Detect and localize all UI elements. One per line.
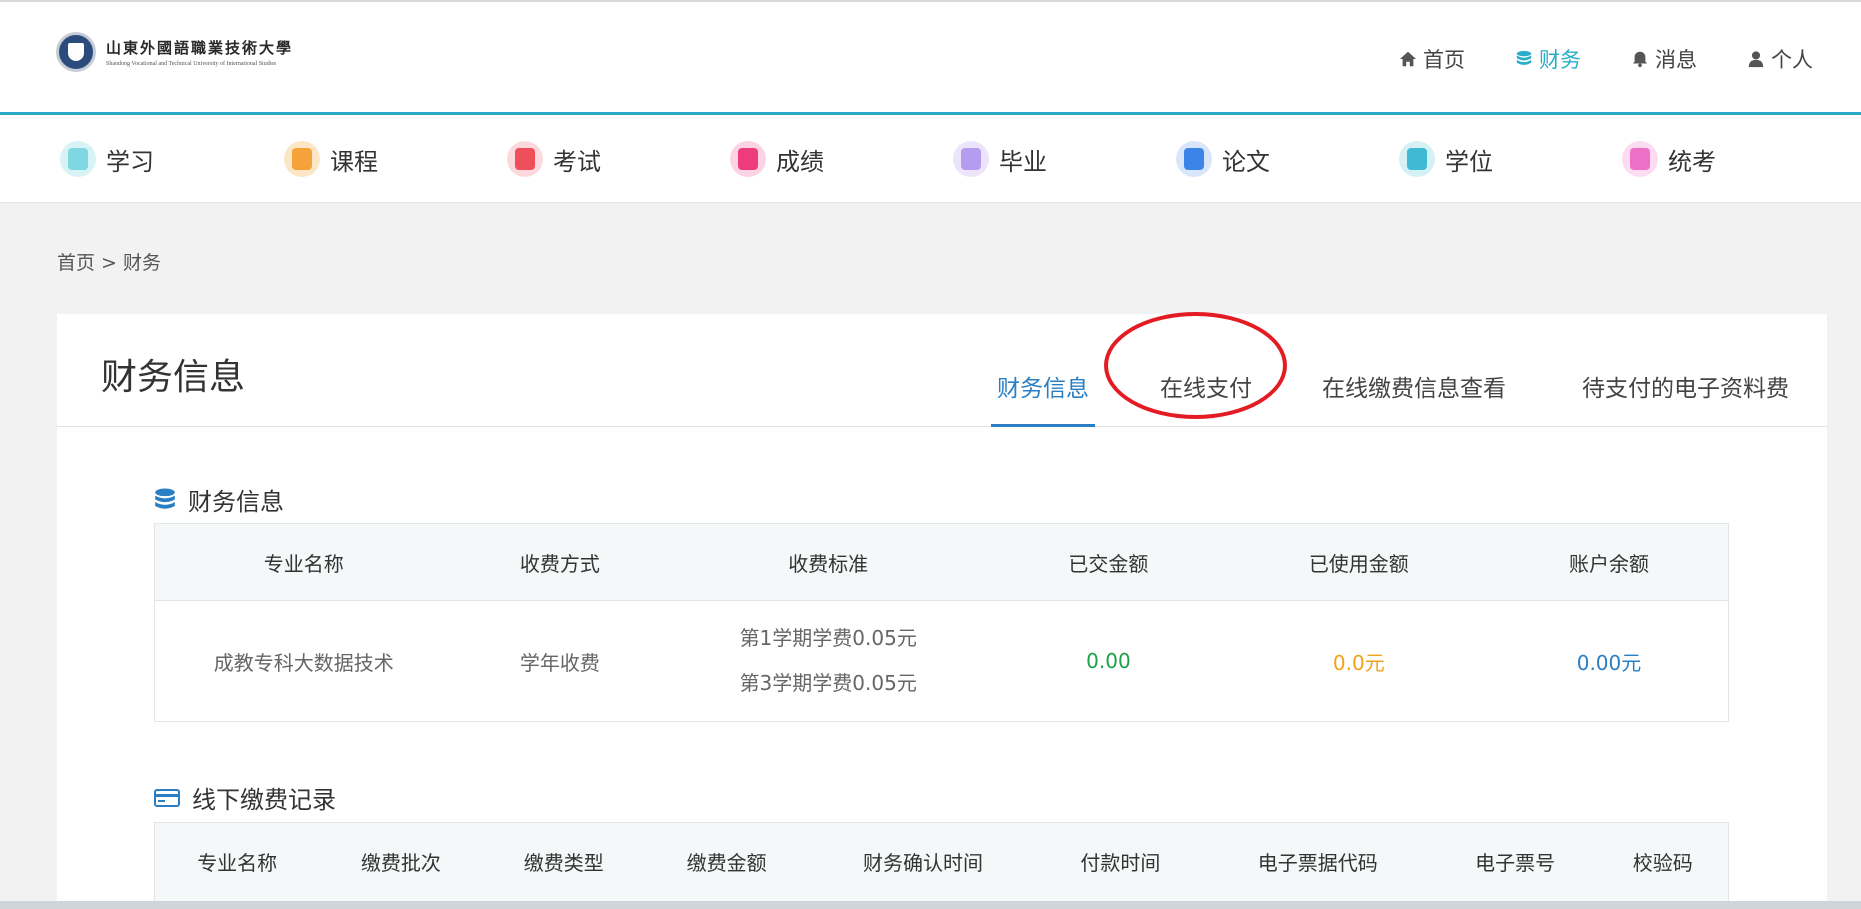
category-degree[interactable]: 学位 — [1399, 141, 1493, 177]
cell-used-amount: 0.0元 — [1227, 600, 1490, 722]
col-payment-type: 缴费类型 — [482, 822, 646, 901]
nav-messages[interactable]: 消息 — [1631, 44, 1697, 74]
finance-tabs: 财务信息 在线支付 在线缴费信息查看 待支付的电子资料费 — [57, 364, 1827, 427]
study-icon — [60, 141, 96, 177]
category-graduation[interactable]: 毕业 — [953, 141, 1047, 177]
table-header-row: 专业名称 收费方式 收费标准 已交金额 已使用金额 账户余额 — [154, 523, 1729, 601]
database-icon — [155, 488, 175, 509]
table-row: 成教专科大数据技术 学年收费 第1学期学费0.05元 第3学期学费0.05元 0… — [154, 600, 1729, 722]
category-bar: 学习 课程 考试 成绩 毕业 论文 学位 统考 — [0, 115, 1861, 203]
home-icon — [1399, 51, 1417, 67]
database-icon — [1516, 50, 1532, 65]
nav-finance[interactable]: 财务 — [1515, 44, 1581, 74]
finance-table: 专业名称 收费方式 收费标准 已交金额 已使用金额 账户余额 成教专科大数据技术… — [154, 523, 1729, 722]
category-study[interactable]: 学习 — [60, 141, 154, 177]
col-charge-method: 收费方式 — [452, 523, 668, 601]
offline-section-title: 线下缴费记录 — [154, 780, 336, 815]
category-course-label: 课程 — [330, 147, 378, 176]
finance-section-label: 财务信息 — [188, 488, 284, 516]
col-payment-amount: 缴费金额 — [645, 822, 809, 901]
category-unified-exam-label: 统考 — [1668, 147, 1716, 176]
col-used-amount: 已使用金额 — [1227, 523, 1490, 601]
col-major: 专业名称 — [154, 523, 453, 601]
col-pay-time: 付款时间 — [1037, 822, 1203, 901]
category-unified-exam[interactable]: 统考 — [1622, 141, 1716, 177]
bottom-edge — [0, 901, 1861, 909]
degree-icon — [1399, 141, 1435, 177]
category-exam[interactable]: 考试 — [507, 141, 601, 177]
col-charge-standard: 收费标准 — [667, 523, 990, 601]
tab-finance-info[interactable]: 财务信息 — [991, 364, 1095, 427]
top-navigation: 首页 财务 消息 个人 — [1399, 44, 1813, 74]
category-score[interactable]: 成绩 — [730, 141, 824, 177]
standard-line-1: 第1学期学费0.05元 — [739, 626, 917, 650]
standard-line-2: 第3学期学费0.05元 — [739, 671, 917, 695]
university-seal-icon — [56, 32, 96, 72]
col-batch: 缴费批次 — [319, 822, 483, 901]
cell-charge-method: 学年收费 — [452, 600, 668, 722]
tab-online-payment-records[interactable]: 在线缴费信息查看 — [1322, 364, 1506, 427]
col-major: 专业名称 — [154, 822, 320, 901]
thesis-icon — [1176, 141, 1212, 177]
credit-card-icon — [154, 788, 180, 807]
category-thesis[interactable]: 论文 — [1176, 141, 1270, 177]
bell-icon — [1632, 51, 1648, 68]
offline-section-label: 线下缴费记录 — [192, 786, 336, 814]
nav-home-label: 首页 — [1423, 48, 1465, 72]
card-header: 财务信息 财务信息 在线支付 在线缴费信息查看 待支付的电子资料费 — [57, 314, 1827, 427]
nav-finance-label: 财务 — [1539, 48, 1581, 72]
tab-online-payment[interactable]: 在线支付 — [1160, 364, 1252, 427]
col-balance: 账户余额 — [1489, 523, 1729, 601]
breadcrumb[interactable]: 首页 > 财务 — [57, 248, 161, 275]
nav-home[interactable]: 首页 — [1399, 44, 1465, 74]
nav-profile-label: 个人 — [1771, 48, 1813, 72]
category-thesis-label: 论文 — [1222, 147, 1270, 176]
graduation-icon — [953, 141, 989, 177]
category-course[interactable]: 课程 — [284, 141, 378, 177]
category-graduation-label: 毕业 — [999, 147, 1047, 176]
table-header-row: 专业名称 缴费批次 缴费类型 缴费金额 财务确认时间 付款时间 电子票据代码 电… — [154, 822, 1729, 901]
category-degree-label: 学位 — [1445, 147, 1493, 176]
score-icon — [730, 141, 766, 177]
category-score-label: 成绩 — [776, 147, 824, 176]
category-study-label: 学习 — [106, 147, 154, 176]
col-invoice-code: 电子票据代码 — [1202, 822, 1433, 901]
nav-profile[interactable]: 个人 — [1747, 44, 1813, 74]
unified-exam-icon — [1622, 141, 1658, 177]
cell-charge-standard: 第1学期学费0.05元 第3学期学费0.05元 — [667, 600, 990, 722]
cell-paid-amount: 0.00 — [989, 600, 1228, 722]
finance-section-title: 财务信息 — [154, 482, 284, 517]
col-check-code: 校验码 — [1597, 822, 1729, 901]
col-paid-amount: 已交金额 — [989, 523, 1228, 601]
user-icon — [1748, 51, 1764, 68]
cell-balance: 0.00元 — [1489, 600, 1729, 722]
offline-payment-table: 专业名称 缴费批次 缴费类型 缴费金额 财务确认时间 付款时间 电子票据代码 电… — [154, 822, 1729, 901]
logo-english-name: Shandong Vocational and Technical Univer… — [106, 61, 277, 67]
cell-major: 成教专科大数据技术 — [154, 600, 453, 722]
university-logo[interactable]: 山東外國語職業技術大學 Shandong Vocational and Tech… — [56, 32, 293, 72]
col-confirm-time: 财务确认时间 — [808, 822, 1038, 901]
tab-pending-material-fees[interactable]: 待支付的电子资料费 — [1582, 364, 1789, 427]
course-icon — [284, 141, 320, 177]
col-invoice-number: 电子票号 — [1432, 822, 1598, 901]
category-exam-label: 考试 — [553, 147, 601, 176]
exam-icon — [507, 141, 543, 177]
nav-messages-label: 消息 — [1655, 48, 1697, 72]
finance-card: 财务信息 财务信息 在线支付 在线缴费信息查看 待支付的电子资料费 财务信息 专… — [57, 314, 1827, 909]
top-header: 山東外國語職業技術大學 Shandong Vocational and Tech… — [0, 0, 1861, 115]
logo-chinese-name: 山東外國語職業技術大學 — [106, 39, 294, 57]
